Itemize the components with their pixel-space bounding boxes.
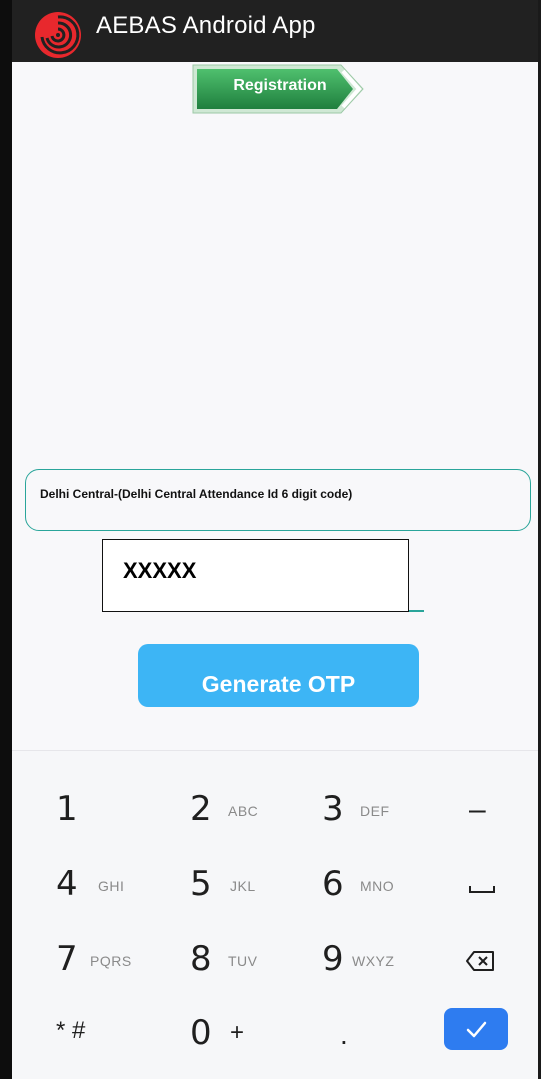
app-screen: AEBAS Android App Registration Delhi Cen… — [12, 0, 538, 1079]
unit-field[interactable]: Delhi Central-(Delhi Central Attendance … — [25, 469, 531, 531]
generate-otp-label: Generate OTP — [201, 671, 356, 697]
key-6[interactable]: 6 MNO — [322, 864, 432, 924]
key-backspace[interactable] — [457, 939, 517, 999]
space-bar-icon — [469, 886, 495, 893]
key-3[interactable]: 3 DEF — [322, 789, 432, 849]
key-star-hash[interactable]: * # — [56, 1013, 146, 1073]
numeric-keypad: 1 2 ABC 3 DEF – 4 GHI 5 JKL 6 MNO 7 PQRS… — [12, 750, 538, 1079]
attendance-id-value: XXXXX — [123, 558, 197, 583]
key-1[interactable]: 1 — [56, 789, 156, 849]
phone-frame-left — [0, 0, 12, 1079]
done-key[interactable] — [444, 1008, 508, 1050]
key-7[interactable]: 7 PQRS — [56, 939, 166, 999]
attendance-id-input[interactable]: XXXXX — [102, 539, 409, 612]
unit-text: Delhi Central-(Delhi Central Attendance … — [40, 487, 353, 501]
key-8[interactable]: 8 TUV — [190, 939, 300, 999]
key-dot[interactable]: . — [330, 1013, 390, 1073]
title-bar: AEBAS Android App — [12, 0, 538, 62]
key-9[interactable]: 9 WXYZ — [322, 939, 432, 999]
key-2[interactable]: 2 ABC — [190, 789, 300, 849]
checkmark-icon — [466, 1021, 487, 1038]
spiral-logo-icon — [35, 12, 81, 58]
key-5[interactable]: 5 JKL — [190, 864, 300, 924]
key-0[interactable]: 0 + — [190, 1013, 300, 1073]
app-title: AEBAS Android App — [96, 12, 316, 39]
key-4[interactable]: 4 GHI — [56, 864, 166, 924]
backspace-icon — [466, 951, 494, 971]
registration-label: Registration — [233, 77, 327, 94]
key-space[interactable] — [457, 864, 517, 924]
generate-otp-button[interactable]: Generate OTP — [138, 644, 419, 707]
key-minus[interactable]: – — [457, 789, 517, 849]
